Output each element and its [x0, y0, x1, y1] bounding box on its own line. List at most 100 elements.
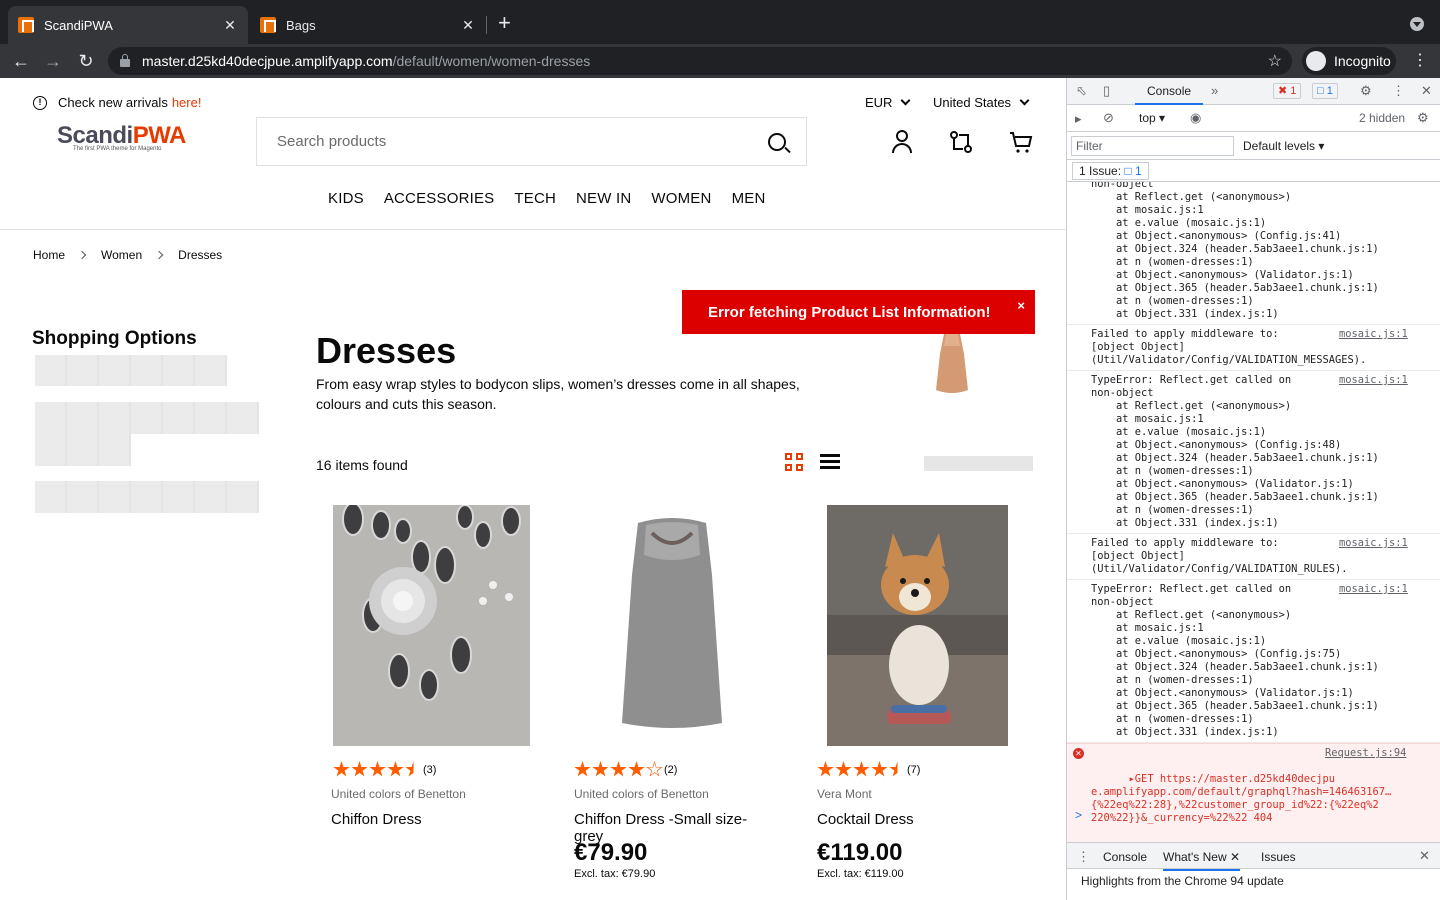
message-text: TypeError: Reflect.get called on non-obj… [1091, 374, 1379, 529]
filter-input[interactable]: Filter [1071, 136, 1234, 156]
error-count-badge[interactable]: ✖ 1 [1273, 83, 1302, 99]
currency-selector[interactable]: EUR [865, 95, 911, 110]
message-text: Failed to apply middleware to: [object O… [1091, 537, 1348, 575]
chevron-down-icon [1019, 95, 1030, 106]
tab-title: Bags [286, 17, 316, 33]
product-name[interactable]: Chiffon Dress [331, 811, 422, 828]
error-notification: Error fetching Product List Information!… [682, 290, 1035, 334]
message-source-link[interactable]: mosaic.js:1 [1339, 537, 1408, 550]
notice-link[interactable]: here! [172, 95, 202, 110]
context-selector[interactable]: top ▾ [1139, 111, 1165, 125]
category-description: From easy wrap styles to bodycon slips, … [316, 376, 800, 412]
kebab-menu-icon[interactable]: ⋮ [1392, 83, 1405, 99]
live-expression-eye-icon[interactable]: ◉ [1190, 110, 1201, 126]
account-icon[interactable] [890, 130, 914, 154]
country-selector[interactable]: United States [933, 95, 1030, 110]
close-devtools-icon[interactable]: ✕ [1421, 83, 1432, 99]
issues-bar: 1 Issue: □ 1 [1067, 160, 1440, 182]
star-full-icon [817, 761, 834, 777]
message-source-link[interactable]: mosaic.js:1 [1339, 583, 1408, 596]
device-toolbar-icon[interactable]: ▯ [1103, 83, 1110, 99]
message-text: TypeError: Reflect.get called on non-obj… [1091, 583, 1379, 738]
close-tab-icon[interactable]: ✕ [222, 17, 238, 34]
message-text: non-object at Reflect.get (<anonymous>) … [1091, 182, 1379, 320]
cart-icon[interactable] [1009, 130, 1033, 154]
incognito-badge[interactable]: Incognito [1302, 47, 1396, 75]
console-settings-gear-icon[interactable]: ⚙ [1417, 110, 1429, 126]
hidden-messages-count: 2 hidden [1359, 111, 1406, 125]
chevron-down-icon [901, 95, 911, 106]
error-count: 1 [1290, 85, 1297, 97]
close-tab-icon[interactable]: ✕ [460, 17, 476, 34]
search-field[interactable]: Search products [256, 117, 807, 166]
shopping-options-title: Shopping Options [32, 328, 197, 349]
tab-console[interactable]: Console [1135, 78, 1204, 105]
drawer-tab-console[interactable]: Console [1103, 850, 1147, 864]
gear-icon[interactable]: ⚙ [1360, 83, 1372, 99]
new-tab-button[interactable]: + [498, 12, 511, 34]
list-view-icon[interactable] [820, 454, 840, 470]
breadcrumb-women[interactable]: Women [101, 248, 142, 262]
compare-icon[interactable] [949, 130, 973, 154]
search-icon[interactable] [768, 132, 786, 151]
message-source-link[interactable]: mosaic.js:1 [1339, 374, 1408, 387]
error-source-link[interactable]: Request.js:94 [1325, 747, 1406, 760]
inspect-element-icon[interactable]: ⬁ [1076, 83, 1087, 99]
menu-item-accessories[interactable]: ACCESSORIES [384, 190, 495, 207]
clear-console-icon[interactable]: ⊘ [1103, 110, 1114, 126]
menu-item-kids[interactable]: KIDS [328, 190, 364, 207]
menu-item-new-in[interactable]: NEW IN [576, 190, 631, 207]
sort-placeholder [924, 456, 1033, 471]
magento-favicon-icon [260, 17, 276, 33]
star-full-icon [351, 761, 368, 777]
breadcrumb-dresses: Dresses [178, 248, 223, 262]
forward-arrow-icon[interactable]: → [42, 50, 64, 72]
browser-menu-icon[interactable]: ⋮ [1412, 52, 1428, 70]
scandipwa-logo[interactable]: ScandiPWA The first PWA theme for Magent… [57, 122, 197, 162]
tab-scandipwa[interactable]: ScandiPWA ✕ [8, 6, 248, 44]
console-message: TypeError: Reflect.get called on non-obj… [1067, 580, 1440, 743]
menu-item-women[interactable]: WOMEN [651, 190, 711, 207]
menu-item-men[interactable]: MEN [732, 190, 766, 207]
tab-search-icon[interactable] [1410, 17, 1424, 31]
close-drawer-icon[interactable]: ✕ [1419, 848, 1430, 864]
message-source-link[interactable]: mosaic.js:1 [1339, 328, 1408, 341]
console-message: TypeError: Reflect.get called on non-obj… [1067, 371, 1440, 534]
message-count: 1 [1326, 85, 1333, 97]
review-count: (7) [907, 763, 921, 776]
product-brand: Vera Mont [817, 787, 872, 801]
bookmark-star-icon[interactable]: ☆ [1268, 51, 1282, 71]
issues-badge[interactable]: 1 Issue: □ 1 [1072, 162, 1149, 180]
filter-placeholder [35, 355, 227, 386]
menu-item-tech[interactable]: TECH [514, 190, 556, 207]
back-arrow-icon[interactable]: ← [10, 50, 32, 72]
search-input[interactable]: Search products [277, 133, 768, 150]
log-levels-dropdown[interactable]: Default levels ▾ [1243, 139, 1324, 153]
star-full-icon [871, 761, 888, 777]
drawer-menu-icon[interactable]: ⋮ [1077, 849, 1090, 865]
reload-icon[interactable]: ↻ [75, 50, 97, 72]
product-image[interactable] [333, 505, 530, 746]
star-full-icon [853, 761, 870, 777]
address-bar[interactable]: master.d25kd40decjpue.amplifyapp.com/def… [108, 47, 1292, 75]
drawer-tab-issues[interactable]: Issues [1261, 850, 1296, 864]
breadcrumb-home[interactable]: Home [33, 248, 65, 262]
product-image[interactable] [574, 505, 770, 746]
currency-value: EUR [865, 95, 893, 110]
close-notification-button[interactable]: × [1017, 298, 1025, 313]
product-name[interactable]: Cocktail Dress [817, 811, 914, 828]
product-price-excl-tax: Excl. tax: €79.90 [574, 868, 656, 880]
message-count-badge[interactable]: □ 1 [1312, 83, 1338, 99]
logo-main: Scandi [57, 122, 133, 149]
devtools-panel: ⬁ ▯ Console » ✖ 1 □ 1 ⚙ ⋮ ✕ ▸ ⊘ top ▾ ◉ … [1066, 78, 1440, 900]
more-tabs-icon[interactable]: » [1211, 83, 1218, 98]
console-prompt[interactable]: > [1075, 808, 1082, 822]
tab-bags[interactable]: Bags ✕ [250, 6, 486, 44]
filter-placeholder [35, 402, 259, 434]
grid-view-icon[interactable] [785, 453, 803, 471]
drawer-tab-whats-new[interactable]: What's New ✕ [1163, 850, 1241, 871]
browser-toolbar: ← → ↻ master.d25kd40decjpue.amplifyapp.c… [0, 44, 1440, 78]
product-image[interactable] [827, 505, 1008, 746]
error-text[interactable]: ▸GET https://master.d25kd40decjpu e.ampl… [1091, 773, 1391, 824]
sidebar-toggle-icon[interactable]: ▸ [1075, 111, 1082, 127]
